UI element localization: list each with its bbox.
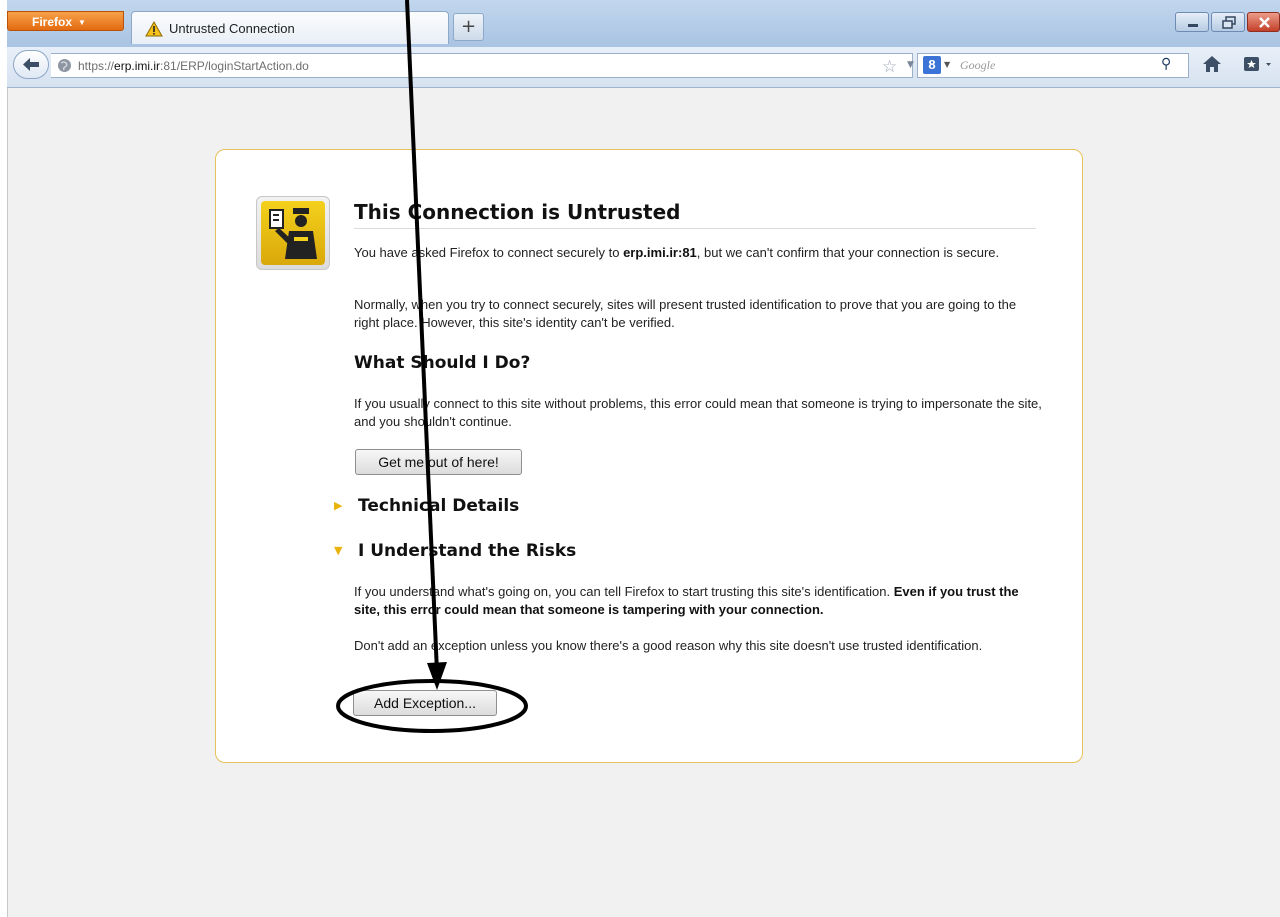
page-content: This Connection is Untrusted You have as… xyxy=(8,88,1280,917)
what-should-i-do-heading: What Should I Do? xyxy=(354,353,531,373)
restore-button[interactable] xyxy=(1211,12,1245,32)
collapsed-triangle-icon: ▶ xyxy=(334,499,343,512)
restore-icon xyxy=(1222,16,1236,29)
globe-icon xyxy=(58,59,71,72)
url-bar[interactable]: https://erp.imi.ir:81/ERP/loginStartActi… xyxy=(51,53,934,78)
bookmark-star-icon[interactable]: ☆ xyxy=(882,57,897,77)
officer-illustration xyxy=(269,208,317,259)
minimize-icon xyxy=(1188,24,1198,27)
understand-risks-label: I Understand the Risks xyxy=(358,541,577,561)
page-title: This Connection is Untrusted xyxy=(354,200,681,224)
warning-triangle-icon xyxy=(145,21,163,37)
get-me-out-button[interactable]: Get me out of here! xyxy=(355,449,522,475)
home-icon[interactable] xyxy=(1201,53,1223,75)
what-should-i-do-text: If you usually connect to this site with… xyxy=(354,396,1042,429)
tab-title: Untrusted Connection xyxy=(169,21,295,36)
new-tab-button[interactable]: + xyxy=(453,13,484,41)
history-dropdown-icon[interactable]: ▼ xyxy=(907,60,914,70)
url-text: https://erp.imi.ir:81/ERP/loginStartActi… xyxy=(78,59,309,73)
url-path: :81/ERP/loginStartAction.do xyxy=(160,59,309,73)
window-left-frame xyxy=(0,0,8,917)
minimize-button[interactable] xyxy=(1175,12,1209,32)
exception-paragraph: Don't add an exception unless you know t… xyxy=(354,638,983,653)
risks-paragraph: If you understand what's going on, you c… xyxy=(354,583,1044,619)
add-exception-button[interactable]: Add Exception... xyxy=(353,690,497,716)
title-bar: Firefox ▼ Untrusted Connection + xyxy=(7,0,1280,47)
intro-suffix: , but we can't confirm that your connect… xyxy=(696,245,1000,260)
url-host: erp.imi.ir xyxy=(114,59,161,73)
search-input[interactable]: Google xyxy=(960,58,995,73)
intro-prefix: You have asked Firefox to connect secure… xyxy=(354,245,624,260)
firefox-menu-button[interactable]: Firefox ▼ xyxy=(7,11,124,31)
search-engine-icon[interactable]: 8 xyxy=(923,56,941,74)
normally-paragraph: Normally, when you try to connect secure… xyxy=(354,297,1017,330)
search-engine-dropdown-icon[interactable]: ▼ xyxy=(944,60,950,69)
technical-details-expander[interactable]: ▶ Technical Details xyxy=(334,496,519,516)
technical-details-label: Technical Details xyxy=(358,496,520,516)
url-prefix: https:// xyxy=(78,59,115,73)
risks-text: If you understand what's going on, you c… xyxy=(354,584,894,599)
error-card: This Connection is Untrusted You have as… xyxy=(215,149,1083,763)
intro-host: erp.imi.ir:81 xyxy=(623,245,697,260)
close-button[interactable] xyxy=(1247,12,1280,32)
understand-risks-expander[interactable]: ▼ I Understand the Risks xyxy=(334,541,576,561)
menu-caret-icon: ▼ xyxy=(78,18,86,27)
navigation-toolbar: https://erp.imi.ir:81/ERP/loginStartActi… xyxy=(7,47,1280,88)
back-arrow-icon xyxy=(23,58,39,71)
title-divider xyxy=(354,228,1036,229)
officer-badge-icon xyxy=(256,196,330,270)
close-icon xyxy=(1259,17,1270,28)
back-button[interactable] xyxy=(13,50,49,79)
search-bar[interactable]: 8 ▼ Google ⚲ xyxy=(917,53,1189,78)
expanded-triangle-icon: ▼ xyxy=(334,544,343,557)
bookmarks-icon[interactable] xyxy=(1242,53,1280,75)
search-icon[interactable]: ⚲ xyxy=(1161,56,1171,72)
tab-untrusted-connection[interactable]: Untrusted Connection xyxy=(131,11,449,44)
intro-paragraph: You have asked Firefox to connect secure… xyxy=(354,244,1044,262)
firefox-menu-label: Firefox xyxy=(32,15,73,29)
